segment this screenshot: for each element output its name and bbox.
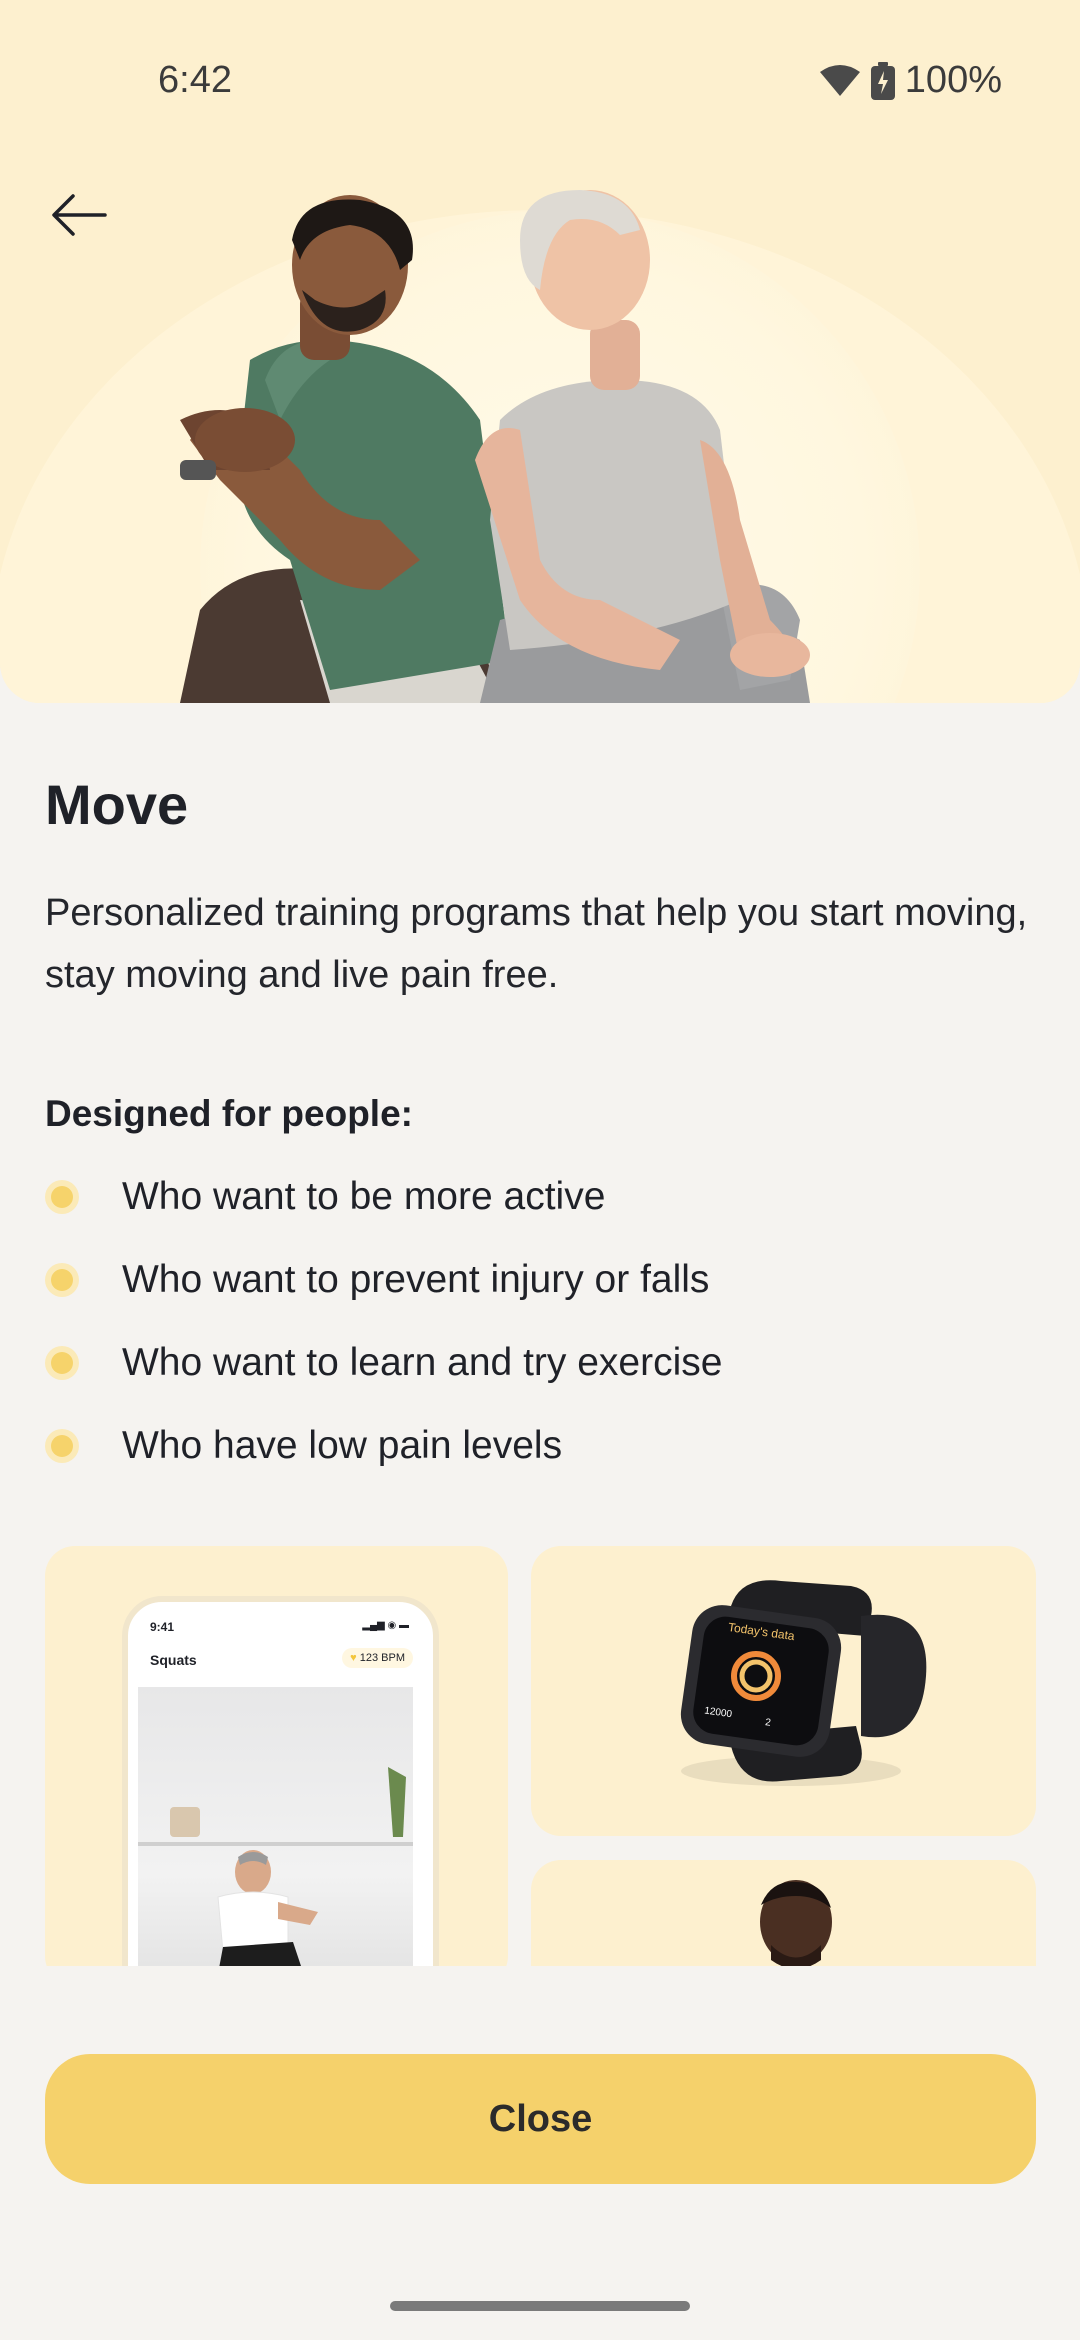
list-item: Who want to learn and try exercise xyxy=(45,1321,722,1404)
status-time: 6:42 xyxy=(158,59,232,101)
arrow-back-icon xyxy=(52,194,107,236)
exercise-video-frame xyxy=(138,1687,413,1966)
bullet-icon xyxy=(45,1179,79,1214)
list-item-label: Who want to learn and try exercise xyxy=(122,1340,723,1384)
list-item: Who want to be more active xyxy=(45,1155,722,1238)
bullet-icon xyxy=(45,1428,79,1463)
wifi-icon xyxy=(819,64,860,96)
bullet-icon xyxy=(45,1345,79,1380)
battery-percent: 100% xyxy=(904,59,1002,101)
app-preview-tile: 9:41 ▂▄▆ ◉ ▬ Squats ♥ 123 BPM xyxy=(45,1546,508,1966)
close-button[interactable]: Close xyxy=(45,2054,1036,2184)
hero-banner: 6:42 100% xyxy=(0,0,1080,703)
designed-for-heading: Designed for people: xyxy=(45,1093,413,1134)
status-bar: 6:42 100% xyxy=(0,55,1080,115)
list-item: Who want to prevent injury or falls xyxy=(45,1238,722,1321)
smartwatch-tile: Today's data 12000 2 xyxy=(531,1546,1036,1836)
coach-image xyxy=(760,1880,832,1966)
smartwatch-image: Today's data 12000 2 xyxy=(680,1580,927,1782)
phone-status-icons: ▂▄▆ ◉ ▬ xyxy=(362,1620,409,1631)
woman-figure xyxy=(475,190,810,703)
audience-list: Who want to be more active Who want to p… xyxy=(45,1155,722,1487)
feature-gallery: 9:41 ▂▄▆ ◉ ▬ Squats ♥ 123 BPM Today's da… xyxy=(0,1546,1080,1966)
man-figure xyxy=(180,195,511,703)
coach-tile xyxy=(531,1860,1036,1966)
status-icons: 100% xyxy=(819,59,1002,102)
program-description: Personalized training programs that help… xyxy=(45,892,1028,996)
phone-mockup: 9:41 ▂▄▆ ◉ ▬ Squats ♥ 123 BPM xyxy=(122,1596,439,1966)
page-title: Move xyxy=(45,773,189,836)
phone-exercise-title: Squats xyxy=(150,1652,197,1668)
exercise-figure xyxy=(138,1767,413,1966)
phone-status-time: 9:41 xyxy=(150,1620,175,1634)
bullet-icon xyxy=(45,1262,79,1297)
heart-rate-badge: ♥ 123 BPM xyxy=(342,1648,413,1668)
list-item-label: Who want to prevent injury or falls xyxy=(122,1257,710,1301)
list-item-label: Who want to be more active xyxy=(122,1174,606,1218)
list-item: Who have low pain levels xyxy=(45,1404,722,1487)
gesture-home-indicator[interactable] xyxy=(390,2301,690,2311)
list-item-label: Who have low pain levels xyxy=(122,1423,563,1467)
heart-icon: ♥ xyxy=(350,1652,357,1664)
battery-icon xyxy=(870,61,895,100)
heart-rate-value: 123 BPM xyxy=(359,1652,405,1664)
back-button[interactable] xyxy=(44,180,114,250)
